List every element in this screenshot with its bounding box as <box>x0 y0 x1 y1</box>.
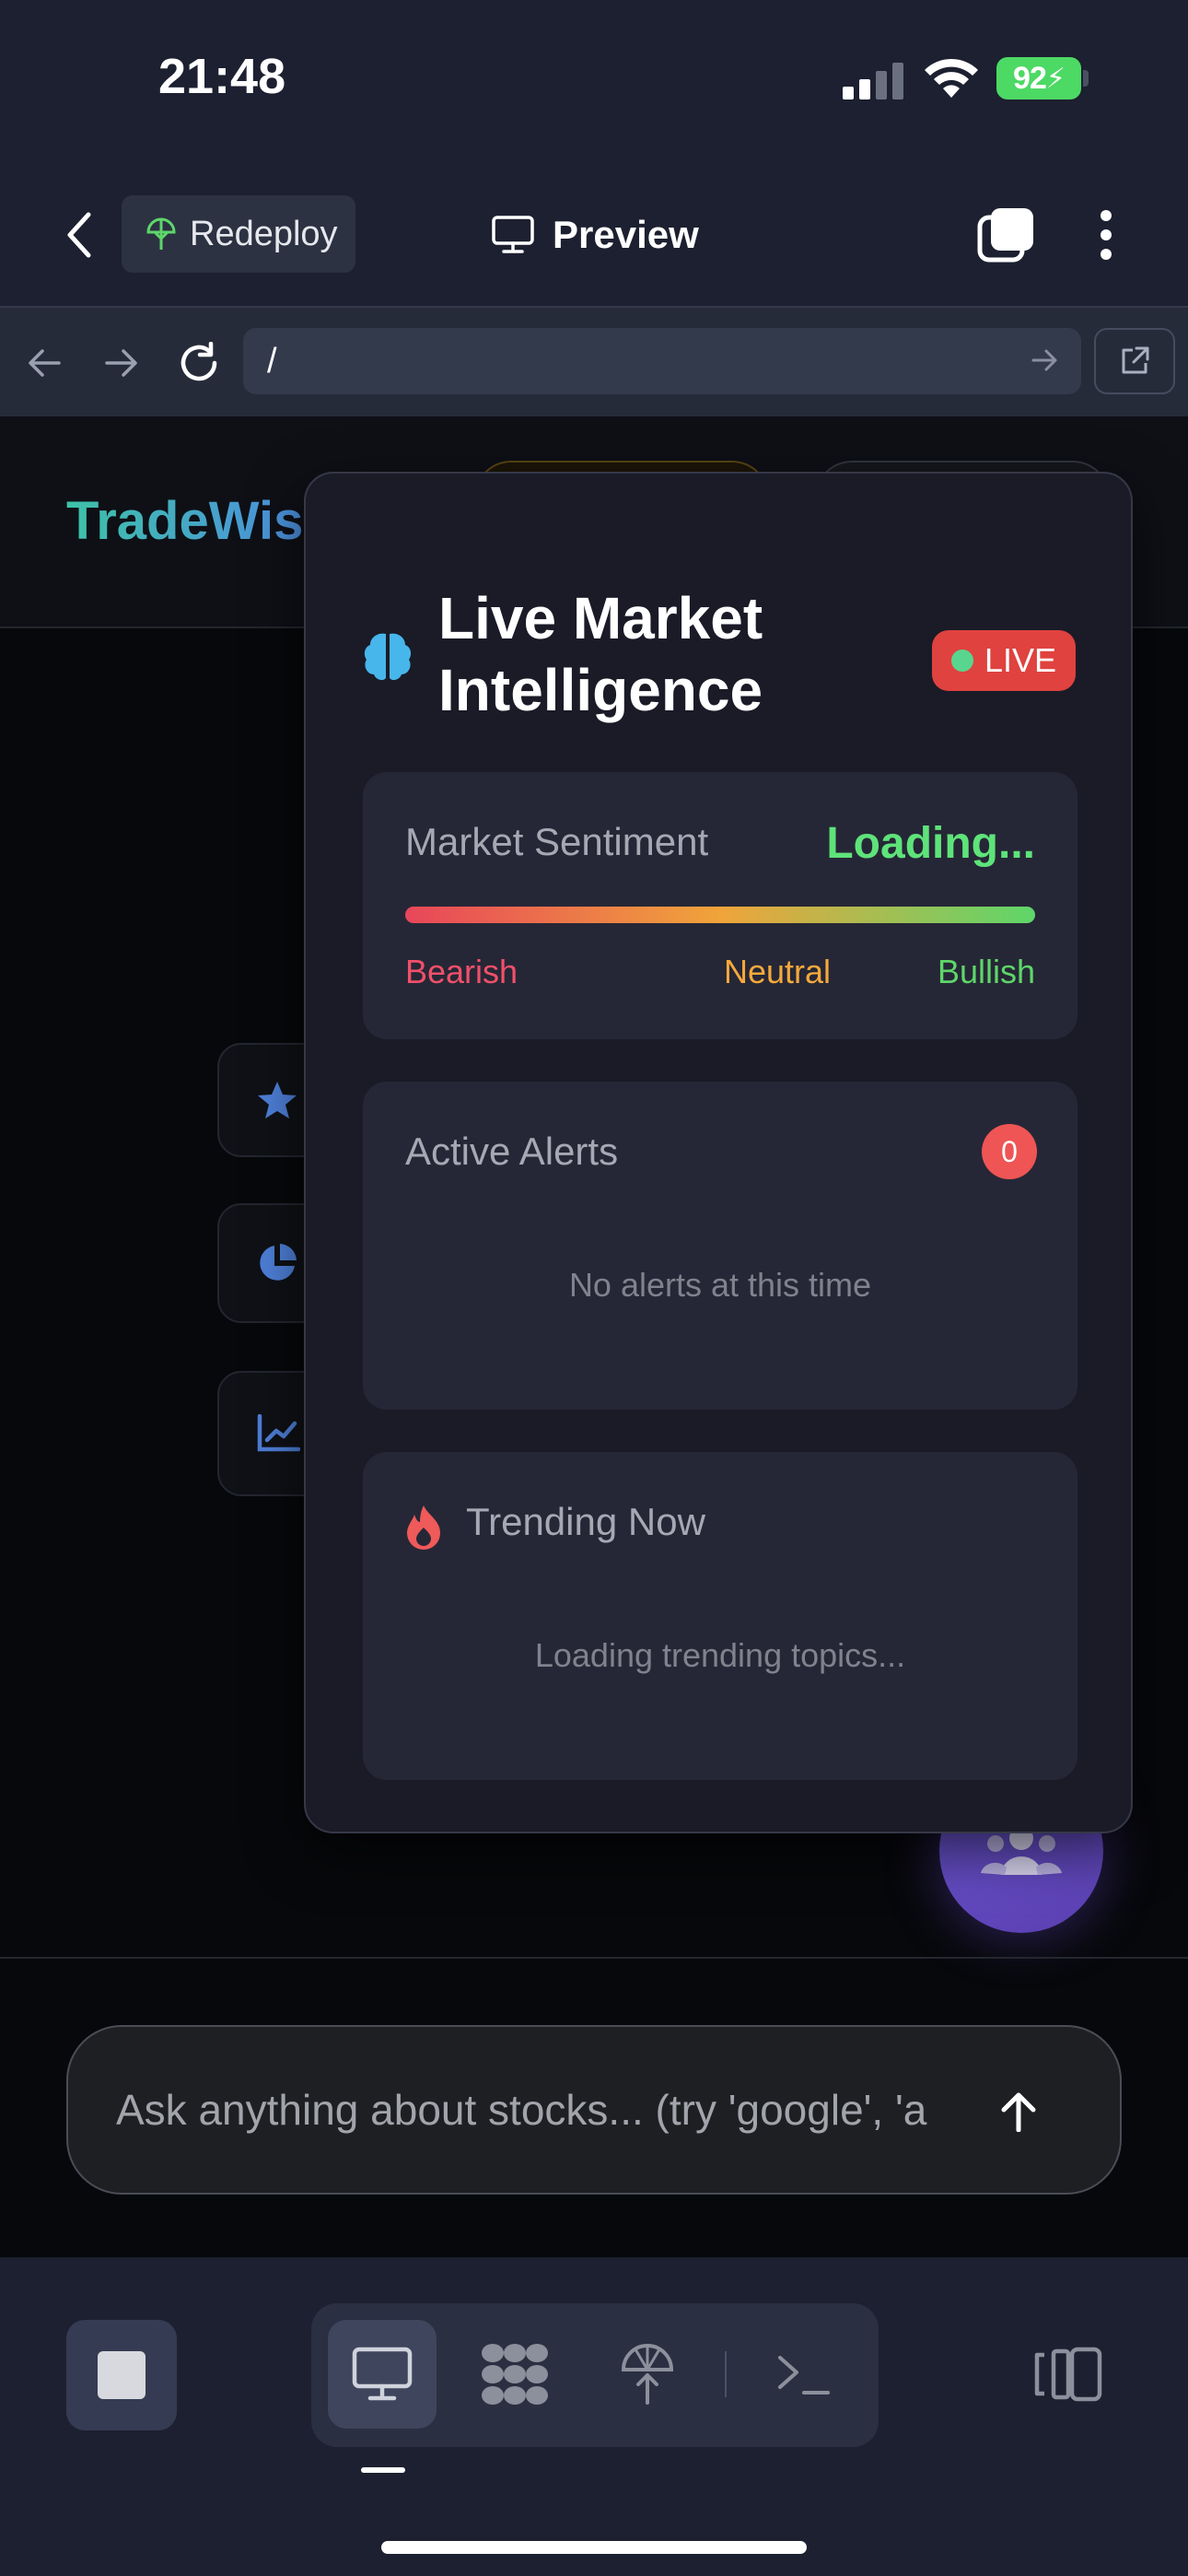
external-link-icon <box>1122 346 1149 374</box>
chat-input[interactable]: Ask anything about stocks... (try 'googl… <box>66 2025 1122 2195</box>
stop-icon <box>98 2351 146 2399</box>
send-arrow-icon <box>1001 2092 1036 2132</box>
back-button[interactable] <box>55 205 101 265</box>
browser-forward-button[interactable] <box>96 337 147 389</box>
live-dot-icon <box>950 650 973 672</box>
signal-icon <box>843 63 903 100</box>
url-text: / <box>267 341 277 381</box>
sentiment-card: Market Sentiment Loading... Bearish Neut… <box>363 772 1077 1039</box>
alerts-card: Active Alerts 0 No alerts at this time <box>363 1082 1077 1410</box>
battery-level: 92 <box>1013 60 1047 96</box>
sentiment-label: Market Sentiment <box>405 820 709 863</box>
terminal-mode-icon <box>778 2356 830 2395</box>
live-badge-label: LIVE <box>984 641 1057 679</box>
fire-icon <box>407 1505 440 1550</box>
preview-mode-icon <box>352 2347 413 2401</box>
line-chart-icon <box>257 1414 300 1452</box>
trending-loading-message: Loading trending topics... <box>534 1636 906 1674</box>
back-arrow-icon <box>29 349 61 377</box>
wifi-icon <box>925 58 978 98</box>
alerts-count-badge: 0 <box>982 1124 1037 1179</box>
alerts-label: Active Alerts <box>405 1130 619 1173</box>
browser-back-button[interactable] <box>18 337 70 389</box>
send-button[interactable] <box>991 2084 1046 2139</box>
layout-icon <box>1034 2347 1102 2402</box>
market-intelligence-panel: Live Market Intelligence LIVE Market Sen… <box>304 472 1133 1833</box>
battery-icon: 92 ⚡ <box>996 57 1081 100</box>
alerts-empty-message: No alerts at this time <box>568 1266 872 1304</box>
chat-placeholder: Ask anything about stocks... (try 'googl… <box>116 2086 927 2134</box>
trending-card: Trending Now Loading trending topics... <box>363 1452 1077 1780</box>
page-divider <box>0 1957 1188 1959</box>
neutral-label: Neutral <box>724 953 832 990</box>
open-external-button[interactable] <box>1094 328 1175 394</box>
grid-mode-button[interactable] <box>460 2320 569 2429</box>
url-field[interactable]: / <box>243 328 1081 394</box>
deploy-mode-button[interactable] <box>593 2320 702 2429</box>
charging-bolt-icon: ⚡ <box>1045 63 1066 94</box>
brain-icon <box>364 633 412 681</box>
bullish-label: Bullish <box>937 953 1035 990</box>
more-icon[interactable] <box>1092 205 1120 265</box>
home-indicator <box>381 2541 807 2554</box>
redeploy-label: Redeploy <box>190 214 338 253</box>
live-badge: LIVE <box>932 630 1076 691</box>
redeploy-icon <box>146 217 176 250</box>
monitor-icon <box>492 216 534 253</box>
reload-button[interactable] <box>173 337 225 389</box>
go-arrow-icon[interactable] <box>1031 346 1059 374</box>
trending-label: Trending Now <box>466 1500 705 1543</box>
active-mode-indicator <box>361 2467 405 2473</box>
battery-tip <box>1083 70 1089 87</box>
sentiment-value: Loading... <box>826 819 1035 868</box>
stop-button[interactable] <box>66 2320 177 2430</box>
mode-separator <box>725 2351 727 2397</box>
grid-mode-icon <box>482 2344 548 2405</box>
panel-title: Live Market Intelligence <box>438 585 763 723</box>
star-icon <box>258 1082 297 1118</box>
pie-chart-icon <box>260 1244 297 1281</box>
tabs-icon[interactable] <box>976 205 1037 265</box>
deploy-mode-icon <box>621 2344 674 2405</box>
preview-mode-button[interactable] <box>328 2320 437 2429</box>
sentiment-gauge <box>405 907 1035 923</box>
back-icon <box>67 212 91 258</box>
terminal-mode-button[interactable] <box>750 2320 858 2429</box>
layout-toggle-button[interactable] <box>1031 2340 1103 2408</box>
status-time: 21:48 <box>158 49 286 104</box>
reload-icon <box>181 342 217 381</box>
preview-title: Preview <box>492 203 699 267</box>
redeploy-button[interactable]: Redeploy <box>122 195 355 273</box>
forward-arrow-icon <box>105 349 137 377</box>
bearish-label: Bearish <box>405 953 518 990</box>
site-brand[interactable]: TradeWis <box>66 490 303 552</box>
preview-label: Preview <box>553 213 699 256</box>
